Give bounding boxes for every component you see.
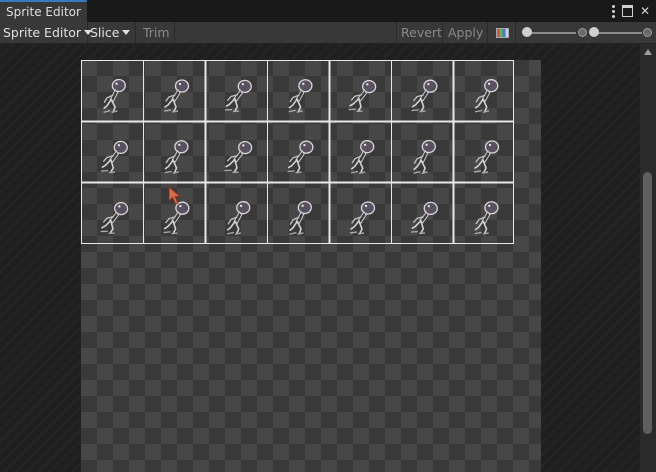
window-title-bar: Sprite Editor ✕ [0,0,656,22]
alpha-slider-track[interactable] [526,32,576,34]
sprite-frame[interactable] [98,77,132,117]
close-icon[interactable]: ✕ [640,3,650,19]
sprite-frame[interactable] [98,138,132,178]
slice-grid-line-vertical [453,61,454,243]
maximize-icon[interactable] [621,5,633,17]
scroll-up-icon[interactable] [644,49,652,55]
sprite-frame[interactable] [470,199,504,239]
sprite-frame[interactable] [98,199,132,239]
slice-dropdown[interactable]: Slice [87,22,136,43]
alpha-slider-handle[interactable] [522,27,532,37]
slice-grid-line-vertical [205,61,206,243]
chevron-down-icon [122,30,131,35]
slice-grid-line-vertical [391,61,392,243]
sprite-frame[interactable] [222,77,256,117]
zoom-slider-handle[interactable] [589,27,599,37]
sprite-editor-mode-dropdown[interactable]: Sprite Editor [0,22,93,43]
scrollbar-thumb[interactable] [643,172,652,434]
sprite-frame[interactable] [470,77,504,117]
sprite-frame[interactable] [222,138,256,178]
sprite-frame[interactable] [222,199,256,239]
slice-grid-line-vertical [143,61,144,243]
rgb-toggle-icon[interactable] [487,22,516,43]
sprite-frame[interactable] [160,138,194,178]
sprite-editor-toolbar: Sprite Editor Slice Trim Revert Apply [0,22,656,44]
kebab-menu-icon[interactable] [611,4,615,18]
slice-grid-line-horizontal [82,182,513,183]
zoom-icon [643,28,652,37]
sprite-canvas[interactable] [0,44,640,472]
tab-sprite-editor[interactable]: Sprite Editor [0,0,87,22]
sprite-frame[interactable] [408,138,442,178]
sprite-slice-grid [81,60,514,244]
sprite-frame[interactable] [346,138,380,178]
pointer-cursor-icon [168,186,182,205]
vertical-scrollbar[interactable] [640,44,656,472]
tab-title: Sprite Editor [6,5,81,19]
sprite-frame[interactable] [160,77,194,117]
slice-grid-line-vertical [329,61,330,243]
window-controls: ✕ [611,3,650,19]
sprite-frame[interactable] [346,77,380,117]
trim-button[interactable]: Trim [135,22,175,43]
sprite-frame[interactable] [284,199,318,239]
revert-button[interactable]: Revert [396,22,446,43]
sprite-frame[interactable] [408,199,442,239]
slice-grid-line-horizontal [82,121,513,122]
slice-grid-line-vertical [267,61,268,243]
slice-dropdown-label: Slice [90,25,120,40]
sprite-frame[interactable] [408,77,442,117]
sprite-frame[interactable] [284,138,318,178]
sprite-frame[interactable] [470,138,504,178]
sprite-frame[interactable] [346,199,380,239]
apply-button[interactable]: Apply [442,22,492,43]
sprite-frame[interactable] [284,77,318,117]
alpha-icon [578,28,587,37]
mode-dropdown-label: Sprite Editor [3,25,82,40]
sprite-sheet-texture[interactable] [81,60,541,472]
